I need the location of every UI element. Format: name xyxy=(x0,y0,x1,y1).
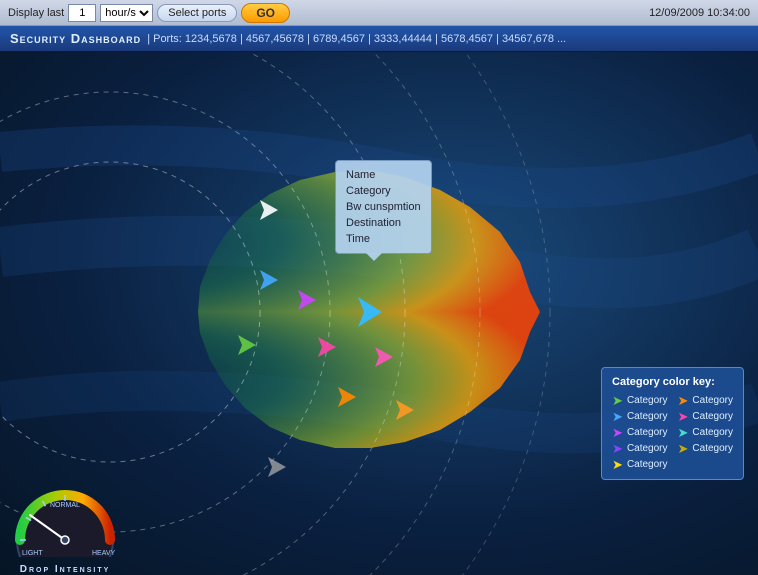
display-last-input[interactable] xyxy=(68,4,96,22)
list-item: ➤ Category xyxy=(612,442,667,455)
select-ports-button[interactable]: Select ports xyxy=(157,4,237,22)
category-arrow-icon: ➤ xyxy=(612,442,623,455)
gauge-svg: LIGHT NORMAL HEAVY xyxy=(10,485,120,557)
category-arrow-icon: ➤ xyxy=(678,394,689,407)
category-label: Category xyxy=(627,443,668,454)
category-arrow-icon: ➤ xyxy=(612,394,623,407)
category-arrow-icon: ➤ xyxy=(612,426,623,439)
category-label: Category xyxy=(627,459,668,470)
category-arrow-icon: ➤ xyxy=(678,442,689,455)
category-label: Category xyxy=(692,443,733,454)
category-arrow-icon: ➤ xyxy=(612,458,623,471)
go-button[interactable]: GO xyxy=(241,3,290,23)
category-label: Category xyxy=(692,427,733,438)
svg-text:NORMAL: NORMAL xyxy=(50,502,80,509)
datetime-display: 12/09/2009 10:34:00 xyxy=(649,7,750,19)
list-item: ➤ Category xyxy=(612,426,667,439)
ports-value: 1234,5678 | 4567,45678 | 6789,4567 | 333… xyxy=(185,33,566,45)
tooltip-name: Name xyxy=(346,167,421,183)
color-key-title: Category color key: xyxy=(612,376,733,388)
hours-select[interactable]: hour/s xyxy=(100,4,153,22)
color-key-grid: ➤ Category ➤ Category ➤ Category ➤ Categ… xyxy=(612,394,733,471)
list-item: ➤ Category xyxy=(678,426,733,439)
gauge-container: LIGHT NORMAL HEAVY Drop Intensity xyxy=(10,485,120,570)
svg-text:LIGHT: LIGHT xyxy=(22,550,43,557)
category-label: Category xyxy=(627,411,668,422)
gauge-label: Drop Intensity xyxy=(10,564,120,575)
tooltip-destination: Destination xyxy=(346,215,421,231)
tooltip-bw: Bw cunspmtion xyxy=(346,199,421,215)
category-arrow-icon: ➤ xyxy=(612,410,623,423)
list-item: ➤ Category xyxy=(678,410,733,423)
list-item: ➤ Category xyxy=(612,394,667,407)
category-label: Category xyxy=(627,395,668,406)
display-last-label: Display last xyxy=(8,7,64,19)
svg-text:HEAVY: HEAVY xyxy=(92,550,116,557)
list-item: ➤ Category xyxy=(612,458,667,471)
list-item: ➤ Category xyxy=(678,442,733,455)
main-visualization: Name Category Bw cunspmtion Destination … xyxy=(0,52,758,575)
category-arrow-icon: ➤ xyxy=(678,410,689,423)
ports-label: | Ports: 1234,5678 | 4567,45678 | 6789,4… xyxy=(147,33,566,45)
dashboard-header: Security Dashboard | Ports: 1234,5678 | … xyxy=(0,26,758,52)
list-item: ➤ Category xyxy=(612,410,667,423)
category-label: Category xyxy=(627,427,668,438)
tooltip-category: Category xyxy=(346,183,421,199)
color-key-panel: Category color key: ➤ Category ➤ Categor… xyxy=(601,367,744,480)
category-label: Category xyxy=(692,411,733,422)
tooltip-time: Time xyxy=(346,231,421,247)
category-arrow-icon: ➤ xyxy=(678,426,689,439)
toolbar: Display last hour/s Select ports GO 12/0… xyxy=(0,0,758,26)
list-item: ➤ Category xyxy=(678,394,733,407)
dashboard-title: Security Dashboard xyxy=(10,31,141,46)
category-label: Category xyxy=(692,395,733,406)
data-tooltip: Name Category Bw cunspmtion Destination … xyxy=(335,160,432,254)
